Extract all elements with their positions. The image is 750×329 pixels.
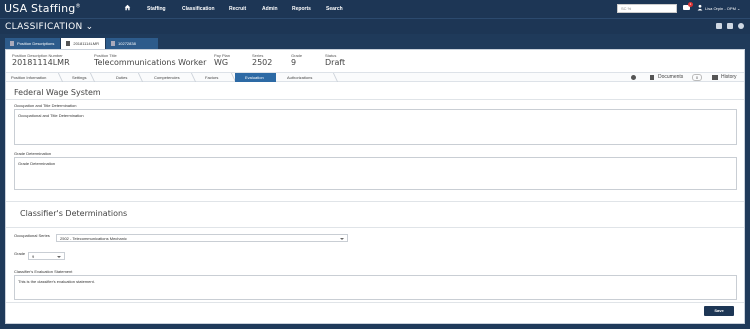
step-factors[interactable]: Factors [205, 73, 218, 82]
divider [6, 201, 744, 202]
main-panel: Position Description Number 20181114LMR … [5, 49, 745, 324]
chat-icon[interactable] [727, 23, 733, 29]
grade-value: 9 [291, 58, 297, 67]
evaluation-statement-label: Classifier's Evaluation Statement [14, 269, 73, 274]
mail-badge: 1 [688, 2, 693, 7]
pay-plan-value: WG [214, 58, 229, 67]
tab-pd-secondary[interactable]: 10272838 [106, 38, 159, 49]
app-logo[interactable]: USA Staffing® [4, 2, 81, 15]
document-icon [111, 41, 116, 46]
status-value: Draft [325, 58, 346, 67]
chevron-down-icon: ⌄ [85, 22, 94, 32]
step-authorizations[interactable]: Authorizations [287, 73, 312, 82]
occupational-series-label: Occupational Series [14, 233, 50, 238]
grade-determination-label: Grade Determination [14, 151, 52, 156]
module-bar: CLASSIFICATION ⌄ [0, 18, 750, 34]
global-search-input[interactable]: SC % [617, 4, 677, 13]
help-icon[interactable] [738, 23, 744, 29]
documents-icon[interactable] [650, 75, 654, 80]
nav-admin[interactable]: Admin [262, 6, 278, 12]
occupational-series-select[interactable]: 2502 - Telecommunications Mechanic [56, 234, 348, 242]
classifier-section-title: Classifier's Determinations [20, 209, 128, 218]
evaluation-statement-textarea[interactable]: This is the classifier's evaluation stat… [14, 275, 737, 300]
step-duties[interactable]: Duties [116, 73, 127, 82]
step-evaluation[interactable]: Evaluation [235, 73, 276, 82]
history-link[interactable]: History [721, 74, 737, 80]
series-value: 2502 [252, 58, 273, 67]
user-icon [697, 4, 703, 11]
chevron-down-icon [57, 256, 61, 258]
record-tabs: Position Descriptions 20181114LMR 102728… [5, 38, 159, 49]
step-position-information[interactable]: Position Information [11, 73, 46, 82]
user-menu[interactable]: Lisa Orpin - OPM ⌄ [705, 6, 740, 11]
pd-number-value: 20181114LMR [12, 58, 70, 67]
folder-icon[interactable] [716, 23, 722, 29]
tab-position-descriptions[interactable]: Position Descriptions [5, 38, 61, 49]
tab-pd-record[interactable]: 20181114LMR [61, 38, 106, 49]
top-navbar: USA Staffing® Staffing Classification Re… [0, 0, 750, 18]
nav-staffing[interactable]: Staffing [147, 6, 166, 12]
nav-classification[interactable]: Classification [182, 6, 215, 12]
header-grade: Grade 9 [291, 53, 302, 67]
header-pd-number: Position Description Number 20181114LMR [12, 53, 70, 67]
position-title-value: Telecommunications Worker [94, 58, 207, 67]
occupation-determination-textarea[interactable]: Occupational and Title Determination [14, 109, 737, 145]
chevron-down-icon [340, 238, 344, 240]
documents-count: 0 [692, 74, 702, 81]
nav-recruit[interactable]: Recruit [229, 6, 246, 12]
document-icon [10, 41, 14, 46]
grade-select[interactable]: 9 [28, 252, 65, 260]
gear-icon[interactable] [631, 75, 636, 80]
divider [6, 99, 744, 100]
nav-reports[interactable]: Reports [292, 6, 311, 12]
grade-field-label: Grade [14, 251, 26, 256]
save-button[interactable]: Save [704, 306, 734, 316]
print-icon[interactable] [712, 75, 718, 80]
divider [6, 302, 744, 303]
module-title[interactable]: CLASSIFICATION ⌄ [5, 22, 94, 32]
header-series: Series 2502 [252, 53, 272, 67]
header-status: Status Draft [325, 53, 345, 67]
header-pay-plan: Pay Plan WG [214, 53, 230, 67]
home-icon[interactable] [124, 4, 131, 11]
occupation-determination-label: Occupation and Title Determination [14, 103, 77, 108]
divider [6, 227, 744, 228]
document-icon [66, 41, 71, 46]
fws-section-title: Federal Wage System [14, 88, 101, 97]
step-navigation: Position Information Settings Duties Com… [6, 72, 744, 82]
nav-search[interactable]: Search [326, 6, 343, 12]
documents-link[interactable]: Documents [658, 74, 683, 80]
step-competencies[interactable]: Competencies [154, 73, 180, 82]
grade-determination-textarea[interactable]: Grade Determination [14, 157, 737, 190]
step-settings[interactable]: Settings [72, 73, 86, 82]
header-position-title: Position Title Telecommunications Worker [94, 53, 206, 67]
